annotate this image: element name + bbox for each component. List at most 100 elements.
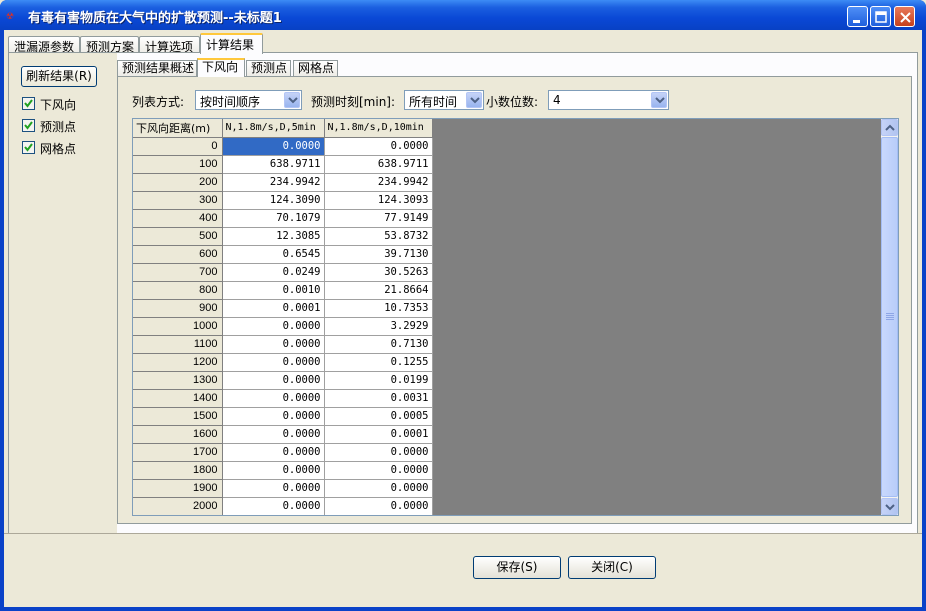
row-header-distance[interactable]: 1800: [133, 461, 223, 480]
column-header-distance[interactable]: 下风向距离(m): [133, 119, 223, 138]
save-button[interactable]: 保存(S): [473, 556, 561, 579]
column-header-10min[interactable]: N,1.8m/s,D,10min: [324, 119, 433, 138]
cell-10min[interactable]: 638.9711: [324, 155, 433, 174]
scroll-down-button[interactable]: [881, 498, 898, 515]
refresh-results-button[interactable]: 刷新结果(R): [21, 66, 97, 87]
cell-5min[interactable]: 0.0000: [222, 353, 325, 372]
cell-10min[interactable]: 30.5263: [324, 263, 433, 282]
cell-10min[interactable]: 0.0000: [324, 443, 433, 462]
cell-5min[interactable]: 0.0000: [222, 497, 325, 515]
maximize-button[interactable]: [870, 6, 891, 27]
checkbox-downwind[interactable]: [22, 97, 35, 110]
row-header-distance[interactable]: 700: [133, 263, 223, 282]
cell-10min[interactable]: 0.0031: [324, 389, 433, 408]
cell-5min[interactable]: 124.3090: [222, 191, 325, 210]
table-row[interactable]: 1700 0.0000 0.0000: [133, 443, 433, 462]
cell-10min[interactable]: 0.0000: [324, 497, 433, 515]
checkbox-forecast-point[interactable]: [22, 119, 35, 132]
row-header-distance[interactable]: 2000: [133, 497, 223, 515]
table-row[interactable]: 700 0.0249 30.5263: [133, 263, 433, 282]
forecast-time-select[interactable]: 所有时间: [404, 90, 484, 110]
minimize-button[interactable]: [847, 6, 868, 27]
cell-5min[interactable]: 0.0000: [222, 443, 325, 462]
tab-result-overview[interactable]: 预测结果概述: [117, 60, 197, 77]
cell-10min[interactable]: 0.0000: [324, 479, 433, 498]
table-row[interactable]: 1400 0.0000 0.0031: [133, 389, 433, 408]
table-row[interactable]: 0 0.0000 0.0000: [133, 137, 433, 156]
tab-forecast-point[interactable]: 预测点: [246, 60, 291, 77]
row-header-distance[interactable]: 1400: [133, 389, 223, 408]
row-header-distance[interactable]: 1200: [133, 353, 223, 372]
table-row[interactable]: 500 12.3085 53.8732: [133, 227, 433, 246]
cell-10min[interactable]: 39.7130: [324, 245, 433, 264]
table-row[interactable]: 1200 0.0000 0.1255: [133, 353, 433, 372]
row-header-distance[interactable]: 100: [133, 155, 223, 174]
cell-10min[interactable]: 0.7130: [324, 335, 433, 354]
list-mode-select[interactable]: 按时间顺序: [195, 90, 302, 110]
dropdown-button[interactable]: [466, 92, 482, 108]
close-button[interactable]: [894, 6, 915, 27]
row-header-distance[interactable]: 1000: [133, 317, 223, 336]
tab-grid-point[interactable]: 网格点: [293, 60, 338, 77]
cell-5min[interactable]: 0.0249: [222, 263, 325, 282]
cell-5min[interactable]: 0.0000: [222, 425, 325, 444]
table-row[interactable]: 1300 0.0000 0.0199: [133, 371, 433, 390]
row-header-distance[interactable]: 900: [133, 299, 223, 318]
table-row[interactable]: 1600 0.0000 0.0001: [133, 425, 433, 444]
close-dialog-button[interactable]: 关闭(C): [568, 556, 656, 579]
cell-5min[interactable]: 0.0000: [222, 371, 325, 390]
table-row[interactable]: 1500 0.0000 0.0005: [133, 407, 433, 426]
row-header-distance[interactable]: 800: [133, 281, 223, 300]
cell-5min[interactable]: 0.0001: [222, 299, 325, 318]
tab-downwind[interactable]: 下风向: [197, 58, 245, 77]
table-row[interactable]: 200 234.9942 234.9942: [133, 173, 433, 192]
cell-10min[interactable]: 77.9149: [324, 209, 433, 228]
row-header-distance[interactable]: 200: [133, 173, 223, 192]
table-row[interactable]: 1800 0.0000 0.0000: [133, 461, 433, 480]
cell-5min[interactable]: 70.1079: [222, 209, 325, 228]
row-header-distance[interactable]: 1100: [133, 335, 223, 354]
cell-10min[interactable]: 0.0000: [324, 461, 433, 480]
table-row[interactable]: 300 124.3090 124.3093: [133, 191, 433, 210]
cell-5min[interactable]: 234.9942: [222, 173, 325, 192]
table-row[interactable]: 800 0.0010 21.8664: [133, 281, 433, 300]
table-row[interactable]: 400 70.1079 77.9149: [133, 209, 433, 228]
dropdown-button[interactable]: [651, 92, 667, 108]
cell-5min[interactable]: 0.0000: [222, 317, 325, 336]
cell-5min[interactable]: 12.3085: [222, 227, 325, 246]
table-row[interactable]: 1900 0.0000 0.0000: [133, 479, 433, 498]
tab-calc-results[interactable]: 计算结果: [200, 33, 263, 54]
cell-5min[interactable]: 0.0010: [222, 281, 325, 300]
cell-10min[interactable]: 0.1255: [324, 353, 433, 372]
row-header-distance[interactable]: 500: [133, 227, 223, 246]
cell-10min[interactable]: 0.0001: [324, 425, 433, 444]
cell-10min[interactable]: 234.9942: [324, 173, 433, 192]
dropdown-button[interactable]: [284, 92, 300, 108]
decimals-select[interactable]: 4: [548, 90, 669, 110]
scroll-up-button[interactable]: [881, 119, 898, 136]
cell-5min[interactable]: 0.0000: [222, 389, 325, 408]
row-header-distance[interactable]: 1900: [133, 479, 223, 498]
cell-5min[interactable]: 0.0000: [222, 137, 325, 156]
cell-10min[interactable]: 0.0199: [324, 371, 433, 390]
row-header-distance[interactable]: 1600: [133, 425, 223, 444]
row-header-distance[interactable]: 1500: [133, 407, 223, 426]
row-header-distance[interactable]: 1700: [133, 443, 223, 462]
cell-5min[interactable]: 0.0000: [222, 479, 325, 498]
table-row[interactable]: 1000 0.0000 3.2929: [133, 317, 433, 336]
results-grid[interactable]: 下风向距离(m) N,1.8m/s,D,5min N,1.8m/s,D,10mi…: [132, 118, 899, 516]
table-row[interactable]: 1100 0.0000 0.7130: [133, 335, 433, 354]
cell-10min[interactable]: 0.0005: [324, 407, 433, 426]
cell-10min[interactable]: 21.8664: [324, 281, 433, 300]
cell-5min[interactable]: 0.6545: [222, 245, 325, 264]
column-header-5min[interactable]: N,1.8m/s,D,5min: [222, 119, 325, 138]
table-row[interactable]: 100 638.9711 638.9711: [133, 155, 433, 174]
cell-10min[interactable]: 124.3093: [324, 191, 433, 210]
vertical-scrollbar[interactable]: [881, 119, 898, 515]
cell-10min[interactable]: 10.7353: [324, 299, 433, 318]
cell-10min[interactable]: 53.8732: [324, 227, 433, 246]
table-row[interactable]: 600 0.6545 39.7130: [133, 245, 433, 264]
table-row[interactable]: 2000 0.0000 0.0000: [133, 497, 433, 515]
row-header-distance[interactable]: 400: [133, 209, 223, 228]
cell-5min[interactable]: 0.0000: [222, 407, 325, 426]
